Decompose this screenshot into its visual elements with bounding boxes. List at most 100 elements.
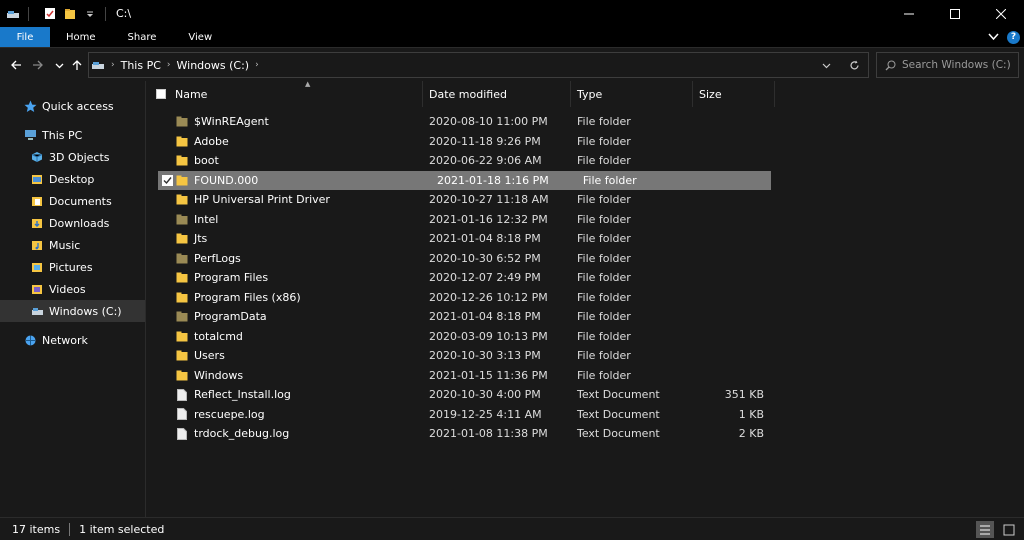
- search-box: [876, 52, 1019, 78]
- tab-share[interactable]: Share: [112, 27, 173, 47]
- sidebar-item-music[interactable]: Music: [0, 234, 145, 256]
- column-type[interactable]: Type: [571, 81, 693, 107]
- table-row[interactable]: boot 2020-06-22 9:06 AM File folder: [146, 151, 776, 171]
- breadcrumb-windows-c[interactable]: Windows (C:): [177, 59, 250, 72]
- table-row[interactable]: Intel 2021-01-16 12:32 PM File folder: [146, 210, 776, 230]
- expand-ribbon-icon[interactable]: [988, 31, 999, 44]
- details-view-button[interactable]: [976, 521, 994, 538]
- table-row[interactable]: trdock_debug.log 2021-01-08 11:38 PM Text …: [146, 424, 776, 444]
- refresh-button[interactable]: [840, 60, 868, 71]
- properties-icon[interactable]: [43, 7, 57, 21]
- customize-dropdown-icon[interactable]: [83, 7, 97, 21]
- music-icon: [30, 238, 44, 252]
- table-row[interactable]: $WinREAgent 2020-08-10 11:00 PM File folde…: [146, 112, 776, 132]
- file-name: Adobe: [194, 134, 229, 148]
- address-bar[interactable]: › This PC › Windows (C:) ›: [88, 52, 869, 78]
- sidebar-item-videos[interactable]: Videos: [0, 278, 145, 300]
- file-type: File folder: [577, 115, 631, 129]
- chevron-down-icon: [55, 63, 63, 68]
- new-folder-icon[interactable]: [63, 7, 77, 21]
- up-button[interactable]: [69, 57, 85, 73]
- minimize-icon: [904, 13, 914, 14]
- table-row[interactable]: PerfLogs 2020-10-30 6:52 PM File folder: [146, 249, 776, 269]
- folder-icon: [176, 174, 188, 186]
- tab-home[interactable]: Home: [50, 27, 112, 47]
- file-type: Text Document: [577, 388, 660, 402]
- large-icons-view-button[interactable]: [1000, 521, 1018, 538]
- file-name-cell: Program Files (x86): [146, 291, 423, 304]
- minimize-button[interactable]: [886, 0, 932, 27]
- drive-icon[interactable]: [6, 7, 20, 21]
- address-bar-actions: [812, 53, 868, 77]
- table-row[interactable]: Users 2020-10-30 3:13 PM File folder: [146, 346, 776, 366]
- folder-icon: [176, 291, 188, 303]
- table-row[interactable]: rescuepe.log 2019-12-25 4:11 AM Text Docum…: [146, 405, 776, 425]
- file-name: Jts: [194, 232, 208, 246]
- table-row[interactable]: FOUND.000 2021-01-18 1:16 PM File folder: [158, 170, 771, 190]
- select-all-checkbox[interactable]: [156, 89, 166, 99]
- sidebar-item-this-pc[interactable]: This PC: [0, 124, 145, 146]
- column-size[interactable]: Size: [693, 81, 775, 107]
- file-name: boot: [194, 154, 219, 168]
- column-name[interactable]: ▲ Name: [169, 80, 423, 107]
- file-name-cell: Jts: [146, 232, 423, 245]
- chevron-right-icon[interactable]: ›: [255, 60, 259, 70]
- file-type: File folder: [577, 271, 631, 285]
- file-name-cell: Users: [146, 349, 423, 362]
- table-row[interactable]: Windows 2021-01-15 11:36 PM File folder: [146, 366, 776, 386]
- recent-locations-button[interactable]: [51, 57, 67, 73]
- sidebar-item-pictures[interactable]: Pictures: [0, 256, 145, 278]
- table-row[interactable]: ProgramData 2021-01-04 8:18 PM File folder: [146, 307, 776, 327]
- forward-arrow-icon: [33, 60, 43, 70]
- sort-ascending-icon: ▲: [305, 80, 311, 88]
- table-row[interactable]: Adobe 2020-11-18 9:26 PM File folder: [146, 132, 776, 152]
- tab-file[interactable]: File: [0, 27, 50, 47]
- table-row[interactable]: Program Files (x86) 2020-12-26 10:12 PM Fi…: [146, 288, 776, 308]
- sidebar-item-quick-access[interactable]: Quick access: [0, 95, 145, 117]
- close-button[interactable]: [978, 0, 1024, 27]
- window-title: C:\: [116, 7, 132, 20]
- large-icons-view-icon: [1003, 524, 1015, 535]
- quick-access-toolbar: C:\: [0, 0, 131, 27]
- tab-view[interactable]: View: [172, 27, 228, 47]
- sidebar-item-windows-c[interactable]: Windows (C:): [0, 300, 145, 322]
- table-row[interactable]: Program Files 2020-12-07 2:49 PM File fold…: [146, 268, 776, 288]
- table-row[interactable]: Jts 2021-01-04 8:18 PM File folder: [146, 229, 776, 249]
- breadcrumb-this-pc[interactable]: This PC: [121, 59, 161, 72]
- file-size: 2 KB: [738, 427, 764, 441]
- sidebar-item-documents[interactable]: Documents: [0, 190, 145, 212]
- search-input[interactable]: [902, 59, 1012, 71]
- folder-icon: [176, 330, 188, 342]
- help-icon[interactable]: ?: [1007, 30, 1020, 44]
- folder-icon: [176, 213, 188, 225]
- folder-icon: [176, 116, 188, 128]
- address-history-button[interactable]: [812, 61, 840, 70]
- table-row[interactable]: Reflect_Install.log 2020-10-30 4:00 PM Tex…: [146, 385, 776, 405]
- column-date-modified[interactable]: Date modified: [423, 81, 571, 107]
- sidebar-item-downloads[interactable]: Downloads: [0, 212, 145, 234]
- file-date: 2021-01-18 1:16 PM: [437, 173, 549, 187]
- file-name-cell: Windows: [146, 369, 423, 382]
- back-button[interactable]: [8, 57, 24, 73]
- chevron-right-icon[interactable]: ›: [167, 60, 171, 70]
- file-date: 2020-10-30 6:52 PM: [429, 251, 541, 265]
- file-type: File folder: [577, 212, 631, 226]
- folder-icon: [176, 311, 188, 323]
- sidebar-item-desktop[interactable]: Desktop: [0, 168, 145, 190]
- folder-icon: [176, 135, 188, 147]
- row-checkbox[interactable]: [162, 174, 173, 186]
- table-row[interactable]: totalcmd 2020-03-09 10:13 PM File folder: [146, 327, 776, 347]
- file-name-cell: FOUND.000: [158, 174, 431, 187]
- chevron-right-icon[interactable]: ›: [111, 60, 115, 70]
- network-icon: [23, 333, 37, 347]
- file-name: trdock_debug.log: [194, 427, 290, 441]
- maximize-icon: [950, 8, 960, 19]
- forward-button[interactable]: [30, 57, 46, 73]
- table-row[interactable]: HP Universal Print Driver 2020-10-27 11:1…: [146, 190, 776, 210]
- sidebar-item-3d-objects[interactable]: 3D Objects: [0, 146, 145, 168]
- file-list: ▲ Name Date modified Type Size $WinREAge…: [146, 80, 1024, 517]
- maximize-button[interactable]: [932, 0, 978, 27]
- sidebar-item-network[interactable]: Network: [0, 329, 145, 351]
- file-rows: $WinREAgent 2020-08-10 11:00 PM File folde…: [146, 112, 776, 444]
- file-name: totalcmd: [194, 329, 243, 343]
